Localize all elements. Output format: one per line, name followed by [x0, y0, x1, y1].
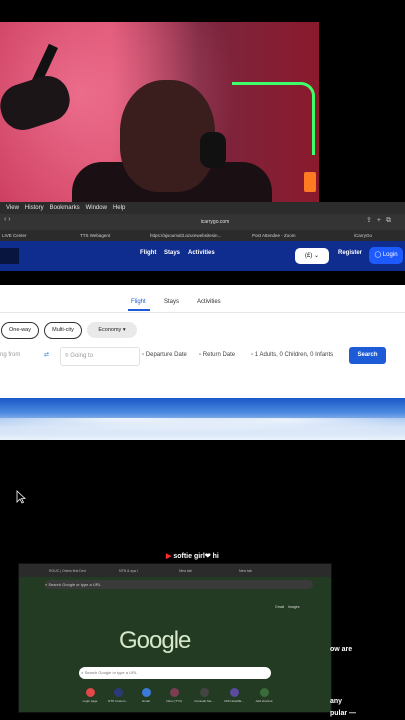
shortcut-label: NTN Custom...	[108, 699, 128, 703]
menu-view[interactable]: View	[6, 205, 19, 211]
tab-live-center[interactable]: LIVE Center	[2, 232, 62, 240]
tab-ajsoumal[interactable]: https://ajsoumal3.azurewebsitesin...	[150, 232, 230, 240]
chrome-tab-2[interactable]: NTN & sya I	[119, 567, 138, 575]
login-button[interactable]: ◯ Login	[369, 247, 403, 264]
headphones	[200, 132, 226, 168]
google-search-placeholder: Search Google or type a URL	[84, 670, 138, 675]
images-link[interactable]: Images	[288, 605, 299, 609]
site-header: Flight Stays Activities (£) ⌄ Register ◯…	[0, 241, 405, 271]
back-forward-icons[interactable]: ‹ ›	[4, 216, 11, 223]
trip-one-way[interactable]: One-way	[1, 322, 39, 339]
currency-value: (£)	[304, 253, 313, 259]
site-logo[interactable]	[0, 248, 19, 264]
departure-label: Departure Date	[145, 352, 187, 358]
lamp	[304, 172, 316, 192]
tab-flight[interactable]: Flight	[131, 299, 146, 305]
tab-stays[interactable]: Stays	[164, 299, 179, 305]
menu-bookmarks[interactable]: Bookmarks	[50, 205, 80, 211]
shortcut-label: Add shortcut	[255, 699, 273, 703]
login-label: Login	[382, 252, 398, 258]
side-text-2: any	[330, 698, 343, 705]
trip-multi-city[interactable]: Multi-city	[44, 322, 82, 339]
chevron-down-icon: ⌄	[313, 253, 320, 259]
add-icon	[259, 688, 269, 697]
to-placeholder: Going to	[70, 353, 93, 359]
cabin-value: Economy	[98, 327, 122, 333]
shortcut-icon	[141, 688, 151, 697]
shortcut-label: Login page	[82, 699, 98, 703]
mouse-cursor-icon	[16, 490, 26, 504]
search-button[interactable]: Search	[349, 347, 386, 364]
gmail-link[interactable]: Gmail	[275, 605, 284, 609]
menu-window[interactable]: Window	[86, 205, 107, 211]
address-bar[interactable]: icarrygo.com	[150, 217, 280, 227]
nav-stays[interactable]: Stays	[164, 250, 180, 256]
shortcut-label: CDN abetDE...	[224, 699, 244, 703]
shortcut-label: Consular Me...	[194, 699, 214, 703]
side-text-1: ow are	[330, 646, 353, 653]
safari-tab-bar: LIVE Center TTS Webagent https://ajsouma…	[0, 230, 405, 241]
currency-select[interactable]: (£) ⌄	[295, 248, 329, 264]
active-tab-underline	[128, 309, 150, 311]
swap-icon[interactable]: ⇄	[44, 347, 56, 364]
google-search-box[interactable]: ⌕ Search Google or type a URL	[79, 667, 271, 679]
chrome-tab-3[interactable]: New tab	[179, 567, 192, 575]
shortcut-label: Email	[142, 699, 150, 703]
chrome-tab-4[interactable]: New tab	[239, 567, 252, 575]
caret-down-icon: ▾	[122, 327, 126, 333]
return-date-field[interactable]: ▫ Return Date	[199, 347, 247, 364]
to-field[interactable]: ⌾ Going to	[60, 347, 140, 366]
search-panel: Flight Stays Activities One-way Multi-ci…	[0, 285, 405, 398]
nav-activities[interactable]: Activities	[188, 250, 215, 256]
chat-caption: ▶ softie girl❤ hi	[166, 552, 219, 560]
menu-history[interactable]: History	[25, 205, 44, 211]
share-add-icons[interactable]: ⇪+⧉	[366, 216, 396, 225]
shortcut-icon	[113, 688, 123, 697]
chrome-omnibox[interactable]: ⌕ Search Google or type a URL	[45, 580, 313, 589]
chrome-tab-1[interactable]: ROUC | Oders first Ded	[49, 567, 86, 575]
chrome-tab-strip: ROUC | Oders first Ded NTN & sya I New t…	[19, 564, 331, 577]
side-text-3: pular —	[330, 710, 357, 717]
tab-icarrygo[interactable]: iCarryGo	[354, 232, 399, 240]
shortcut-ntn[interactable]: NTN Custom...	[107, 688, 129, 703]
register-link[interactable]: Register	[338, 250, 362, 256]
travellers-field[interactable]: ▫ 1 Adults, 0 Children, 0 Infants	[251, 347, 343, 364]
google-logo: Google	[119, 627, 191, 654]
neon-light	[232, 82, 315, 155]
menu-help[interactable]: Help	[113, 205, 125, 211]
tab-zoom[interactable]: Post Attendee - Zoom	[252, 232, 322, 240]
hero-sky-image	[0, 398, 405, 440]
nav-flight[interactable]: Flight	[140, 250, 156, 256]
mac-menubar: View History Bookmarks Window Help	[0, 202, 405, 214]
clouds	[0, 418, 405, 440]
shortcut-icon	[229, 688, 239, 697]
shortcut-icon	[169, 688, 179, 697]
shortcut-cdn[interactable]: CDN abetDE...	[223, 688, 245, 703]
omnibox-text: Search Google or type a URL	[48, 582, 101, 587]
return-label: Return Date	[202, 352, 236, 358]
shortcut-consular[interactable]: Consular Me...	[193, 688, 215, 703]
user-icon: ◯	[374, 252, 383, 258]
shortcut-icon	[199, 688, 209, 697]
cabin-select[interactable]: Economy ▾	[87, 322, 137, 338]
caption-text: softie girl❤ hi	[173, 553, 219, 560]
from-field[interactable]: ng from	[0, 347, 42, 364]
shortcut-login-page[interactable]: Login page	[79, 688, 101, 703]
tab-tts[interactable]: TTS Webagent	[80, 232, 140, 240]
shortcut-inbox[interactable]: Inbox (TY3)	[163, 688, 185, 703]
shortcut-email[interactable]: Email	[135, 688, 157, 703]
webcam-video	[0, 22, 319, 202]
tab-activities[interactable]: Activities	[197, 299, 221, 305]
divider	[0, 312, 405, 313]
shortcut-add[interactable]: Add shortcut	[253, 688, 275, 703]
shortcut-label: Inbox (TY3)	[166, 699, 182, 703]
chrome-window: ROUC | Oders first Ded NTN & sya I New t…	[18, 563, 332, 713]
shortcut-icon	[85, 688, 95, 697]
travellers-label: 1 Adults, 0 Children, 0 Infants	[254, 352, 334, 358]
departure-date-field[interactable]: ▫ Departure Date	[142, 347, 197, 364]
safari-toolbar: ‹ › icarrygo.com ⇪+⧉	[0, 214, 405, 230]
